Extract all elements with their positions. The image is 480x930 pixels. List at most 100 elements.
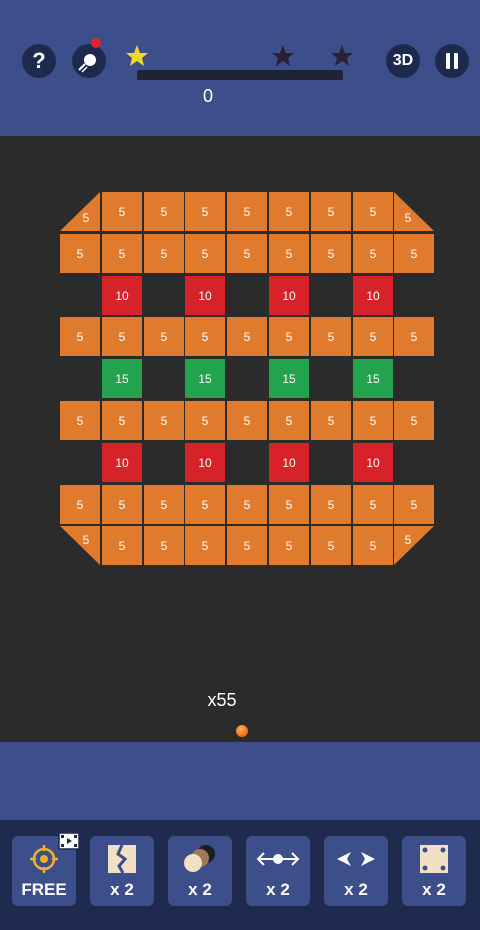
brick-green: 15	[353, 359, 393, 398]
brick-hits: 5	[160, 497, 168, 512]
brick-orange: 5	[102, 485, 142, 524]
brick-hits: 5	[327, 204, 335, 219]
brick-red: 10	[102, 443, 142, 482]
brick-orange: 5	[353, 526, 393, 565]
free-label: FREE	[21, 880, 67, 899]
play-field: 5 5 5 5 5 5 5 5 5 5 5 5 5 5 5 5 5 5 10 10 10 10 5 5 5 5 5 5 5 5 5 15 15 1…	[0, 136, 480, 742]
brick-orange: 5	[102, 234, 142, 273]
brick-orange: 5	[311, 234, 351, 273]
brick-hits: 5	[243, 413, 251, 428]
brick-hits: 5	[369, 204, 377, 219]
brick-hits: 5	[82, 210, 90, 225]
score-progress-bar	[137, 70, 343, 80]
brick-hits: 5	[160, 413, 168, 428]
brick-hits: 5	[118, 329, 126, 344]
brick-hits: 5	[201, 413, 209, 428]
pause-button[interactable]	[435, 44, 469, 78]
arrows-inward-icon	[337, 852, 375, 866]
brick-hits: 10	[366, 288, 380, 303]
dots-powerup-button[interactable]: x 2	[402, 836, 466, 906]
free-aim-powerup-button[interactable]: FREE	[12, 832, 80, 906]
brick-orange: 5	[102, 317, 142, 356]
widen-count: x 2	[266, 880, 290, 899]
brick-hits: 5	[369, 246, 377, 261]
brick-hits: 5	[118, 538, 126, 553]
brick-orange: 5	[60, 401, 100, 440]
brick-hits: 5	[285, 204, 293, 219]
brick-hits: 5	[410, 329, 418, 344]
brick-orange: 5	[60, 192, 100, 231]
pause-icon	[446, 53, 458, 69]
brick-orange: 5	[227, 401, 267, 440]
brick-orange: 5	[269, 485, 309, 524]
brick-orange: 5	[353, 401, 393, 440]
brick-orange: 5	[394, 526, 434, 565]
brick-hits: 5	[327, 413, 335, 428]
brick-orange: 5	[144, 317, 184, 356]
brick-hits: 5	[160, 246, 168, 261]
brick-orange: 5	[269, 401, 309, 440]
expand-arrows-icon	[256, 852, 300, 866]
brick-orange: 5	[102, 401, 142, 440]
brick-hits: 5	[76, 246, 84, 261]
brick-hits: 10	[366, 455, 380, 470]
multiball-powerup-button[interactable]: x 2	[168, 836, 232, 906]
star-empty-icon	[331, 45, 353, 66]
brick-orange: 5	[227, 317, 267, 356]
brick-hits: 5	[369, 538, 377, 553]
brick-hits: 5	[404, 210, 412, 225]
brick-red: 10	[353, 276, 393, 315]
multiball-icon	[184, 845, 215, 872]
brick-green: 15	[102, 359, 142, 398]
brick-hits: 5	[327, 497, 335, 512]
brick-hits: 5	[118, 497, 126, 512]
brick-orange: 5	[185, 234, 225, 273]
brick-hits: 5	[327, 329, 335, 344]
brick-hits: 5	[410, 497, 418, 512]
brick-hits: 10	[198, 288, 212, 303]
brick-hits: 5	[243, 204, 251, 219]
brick-hits: 5	[243, 246, 251, 261]
brick-red: 10	[102, 276, 142, 315]
view-3d-button[interactable]: 3D	[386, 44, 420, 78]
view-3d-label: 3D	[392, 52, 414, 69]
brick-hits: 5	[201, 246, 209, 261]
score-value: 0	[202, 86, 213, 106]
brick-orange: 5	[185, 192, 225, 231]
ball-skin-button[interactable]	[72, 44, 106, 78]
narrow-powerup-button[interactable]: x 2	[324, 836, 388, 906]
brick-red: 10	[269, 443, 309, 482]
brick-hits: 10	[198, 455, 212, 470]
launch-area[interactable]	[0, 742, 480, 820]
brick-hits: 5	[76, 413, 84, 428]
brick-orange: 5	[144, 526, 184, 565]
brick-orange: 5	[60, 526, 100, 565]
split-count: x 2	[110, 880, 134, 899]
help-button[interactable]: ?	[22, 44, 56, 78]
brick-orange: 5	[144, 401, 184, 440]
brick-hits: 5	[76, 329, 84, 344]
brick-hits: 5	[404, 532, 412, 547]
brick-orange: 5	[144, 192, 184, 231]
widen-powerup-button[interactable]: x 2	[246, 836, 310, 906]
brick-hits: 5	[327, 246, 335, 261]
split-powerup-button[interactable]: x 2	[90, 836, 154, 906]
brick-hits: 5	[410, 246, 418, 261]
brick-hits: 5	[118, 413, 126, 428]
brick-hits: 10	[282, 288, 296, 303]
brick-hits: 5	[118, 204, 126, 219]
ball	[236, 725, 248, 737]
brick-hits: 15	[115, 371, 129, 386]
brick-orange: 5	[60, 317, 100, 356]
brick-orange: 5	[394, 192, 434, 231]
brick-orange: 5	[185, 317, 225, 356]
brick-hits: 5	[410, 413, 418, 428]
brick-orange: 5	[311, 485, 351, 524]
brick-hits: 5	[201, 497, 209, 512]
brick-orange: 5	[227, 192, 267, 231]
brick-hits: 10	[115, 288, 129, 303]
brick-orange: 5	[185, 485, 225, 524]
brick-orange: 5	[144, 485, 184, 524]
brick-orange: 5	[394, 234, 434, 273]
brick-orange: 5	[311, 192, 351, 231]
